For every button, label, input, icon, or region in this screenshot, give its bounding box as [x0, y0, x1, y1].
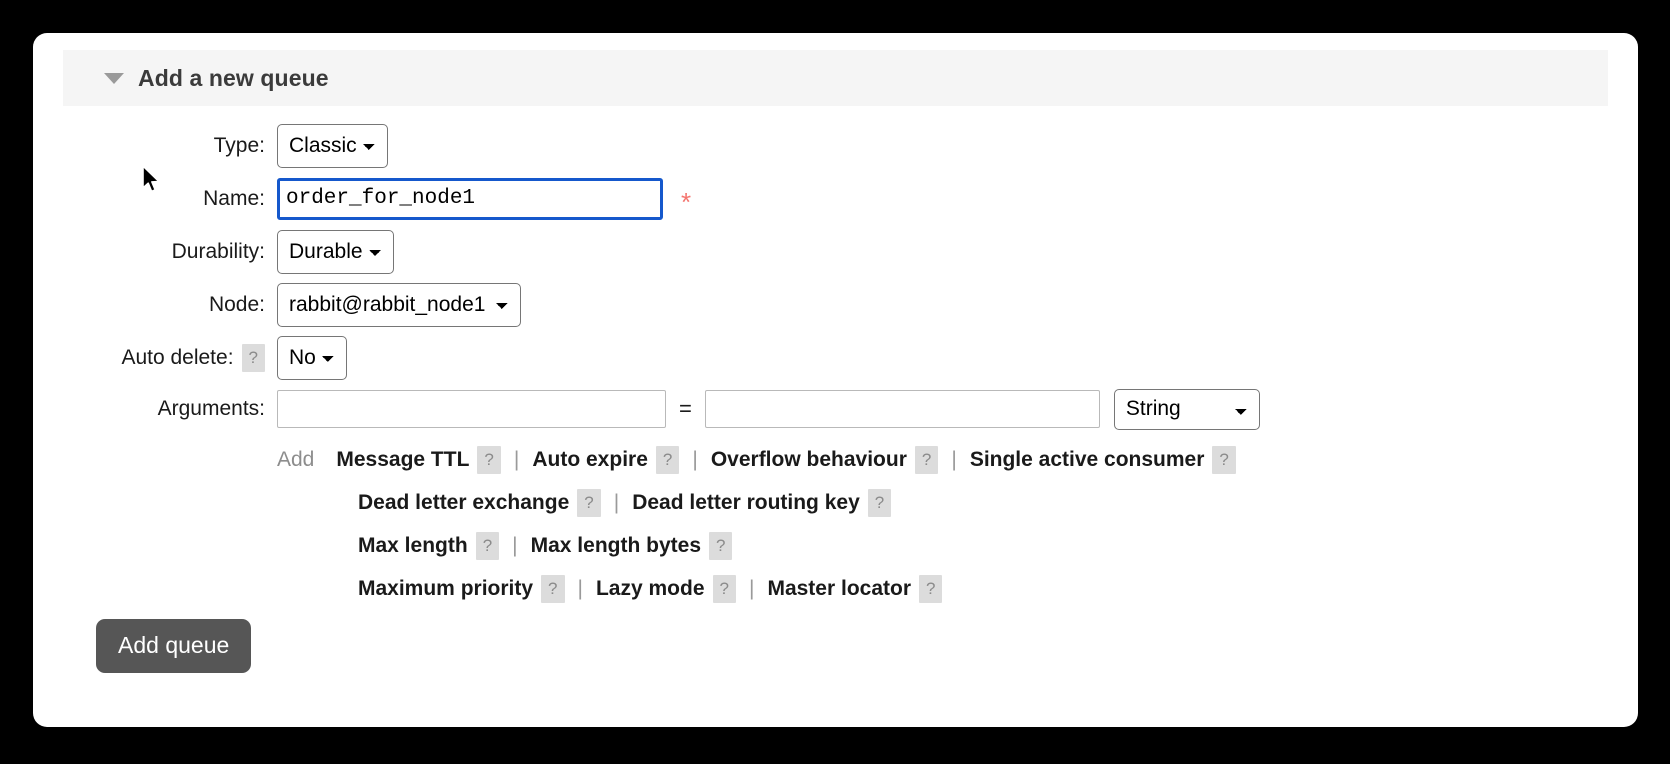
preset-overflow-behaviour[interactable]: Overflow behaviour: [711, 448, 907, 472]
argument-presets: Add Message TTL ? | Auto expire ? | Over…: [33, 438, 1638, 610]
section-title: Add a new queue: [138, 65, 329, 92]
type-control-cell: Classic: [265, 124, 388, 168]
preset-line-2: Dead letter exchange ? | Dead letter rou…: [265, 481, 1638, 524]
add-queue-button[interactable]: Add queue: [96, 619, 251, 673]
preset-maximum-priority[interactable]: Maximum priority: [358, 577, 533, 601]
form-row-type: Type: Classic: [33, 119, 1638, 172]
name-control-cell: *: [265, 178, 691, 220]
preset-line-1: Add Message TTL ? | Auto expire ? | Over…: [265, 438, 1638, 481]
type-select[interactable]: Classic: [277, 124, 388, 168]
preset-message-ttl[interactable]: Message TTL: [336, 448, 469, 472]
auto-delete-select[interactable]: No: [277, 336, 347, 380]
single-active-consumer-help-icon[interactable]: ?: [1212, 446, 1235, 474]
node-select[interactable]: rabbit@rabbit_node1: [277, 283, 521, 327]
separator: |: [951, 448, 956, 472]
dead-letter-routing-key-help-icon[interactable]: ?: [868, 489, 891, 517]
form-row-durability: Durability: Durable: [33, 225, 1638, 278]
auto-delete-control-cell: No: [265, 336, 347, 380]
submit-row: Add queue: [96, 619, 251, 673]
form-row-node: Node: rabbit@rabbit_node1: [33, 278, 1638, 331]
durability-select[interactable]: Durable: [277, 230, 394, 274]
auto-delete-label-cell: Auto delete: ?: [33, 344, 265, 372]
type-label: Type:: [214, 134, 265, 158]
section-header[interactable]: Add a new queue: [63, 50, 1608, 106]
durability-control-cell: Durable: [265, 230, 394, 274]
separator: |: [749, 577, 754, 601]
separator: |: [578, 577, 583, 601]
message-ttl-help-icon[interactable]: ?: [477, 446, 500, 474]
add-label: Add: [277, 448, 314, 472]
lazy-mode-help-icon[interactable]: ?: [713, 575, 736, 603]
name-label-cell: Name:: [33, 187, 265, 211]
preset-max-length[interactable]: Max length: [358, 534, 468, 558]
node-label-cell: Node:: [33, 293, 265, 317]
auto-expire-help-icon[interactable]: ?: [656, 446, 679, 474]
form-row-arguments: Arguments: = String: [33, 384, 1638, 434]
queue-name-input[interactable]: [277, 178, 663, 220]
auto-delete-help-icon[interactable]: ?: [242, 344, 265, 372]
add-queue-panel: Add a new queue Type: Classic Name:: [33, 33, 1638, 727]
dead-letter-exchange-help-icon[interactable]: ?: [577, 489, 600, 517]
maximum-priority-help-icon[interactable]: ?: [541, 575, 564, 603]
preset-single-active-consumer[interactable]: Single active consumer: [970, 448, 1205, 472]
max-length-help-icon[interactable]: ?: [476, 532, 499, 560]
form-row-name: Name: *: [33, 172, 1638, 225]
preset-line-4: Maximum priority ? | Lazy mode ? | Maste…: [265, 567, 1638, 610]
max-length-bytes-help-icon[interactable]: ?: [709, 532, 732, 560]
type-label-cell: Type:: [33, 134, 265, 158]
triangle-down-icon[interactable]: [104, 73, 124, 84]
arguments-label: Arguments:: [158, 397, 265, 421]
page-root: Add a new queue Type: Classic Name:: [0, 0, 1670, 764]
preset-master-locator[interactable]: Master locator: [767, 577, 911, 601]
auto-delete-label: Auto delete:: [121, 346, 233, 370]
node-control-cell: rabbit@rabbit_node1: [265, 283, 521, 327]
preset-auto-expire[interactable]: Auto expire: [532, 448, 648, 472]
preset-lazy-mode[interactable]: Lazy mode: [596, 577, 705, 601]
preset-max-length-bytes[interactable]: Max length bytes: [531, 534, 701, 558]
argument-key-input[interactable]: [277, 390, 666, 428]
add-queue-form: Type: Classic Name: *: [33, 119, 1638, 610]
overflow-behaviour-help-icon[interactable]: ?: [915, 446, 938, 474]
arguments-label-cell: Arguments:: [33, 397, 265, 421]
separator: |: [512, 534, 517, 558]
separator: |: [614, 491, 619, 515]
separator: |: [514, 448, 519, 472]
equals-sign: =: [679, 396, 692, 422]
durability-label: Durability:: [172, 240, 265, 264]
preset-dead-letter-exchange[interactable]: Dead letter exchange: [358, 491, 569, 515]
preset-line-3: Max length ? | Max length bytes ?: [265, 524, 1638, 567]
required-asterisk: *: [681, 189, 691, 215]
name-label: Name:: [203, 187, 265, 211]
separator: |: [692, 448, 697, 472]
argument-type-select[interactable]: String: [1114, 389, 1260, 430]
arguments-control-cell: = String: [265, 389, 1260, 430]
node-label: Node:: [209, 293, 265, 317]
durability-label-cell: Durability:: [33, 240, 265, 264]
master-locator-help-icon[interactable]: ?: [919, 575, 942, 603]
form-row-auto-delete: Auto delete: ? No: [33, 331, 1638, 384]
argument-value-input[interactable]: [705, 390, 1100, 428]
preset-dead-letter-routing-key[interactable]: Dead letter routing key: [632, 491, 860, 515]
